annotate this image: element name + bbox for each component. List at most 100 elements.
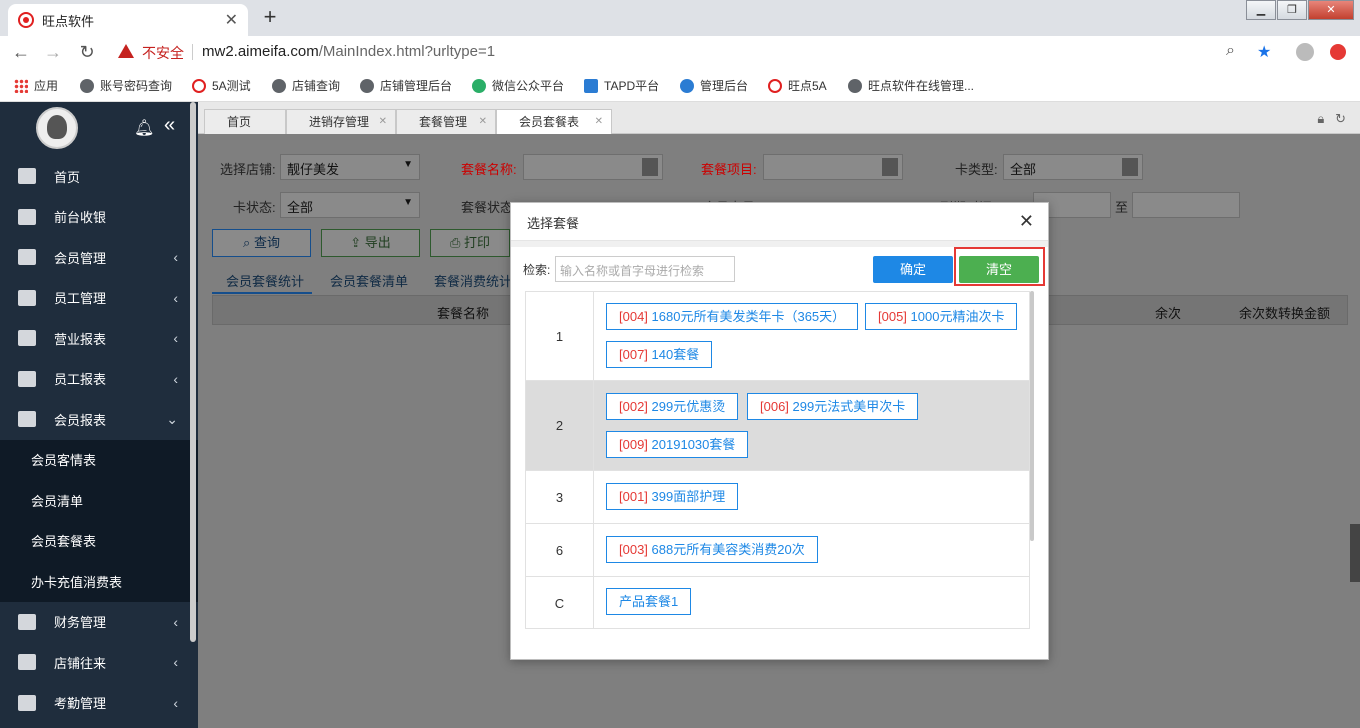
package-chip[interactable]: [003] 688元所有美容类消费20次 bbox=[606, 536, 818, 563]
tab-home[interactable]: 首页 bbox=[204, 109, 286, 134]
package-item-input[interactable] bbox=[763, 154, 903, 180]
browser-tab[interactable]: 旺点软件 ✕ bbox=[8, 4, 248, 36]
close-tab-icon[interactable]: ✕ bbox=[225, 10, 238, 30]
fingerprint-icon bbox=[18, 694, 36, 711]
bookmark-item[interactable]: 5A测试 bbox=[192, 77, 251, 94]
search-label: 检索: bbox=[523, 263, 551, 277]
package-name-input[interactable] bbox=[523, 154, 663, 180]
package-chip[interactable]: [009] 20191030套餐 bbox=[606, 431, 749, 458]
picker-icon[interactable] bbox=[882, 158, 898, 176]
profile-icon[interactable] bbox=[1296, 43, 1314, 61]
tab-package-mgmt[interactable]: 套餐管理 ✕ bbox=[396, 109, 496, 134]
forward-icon[interactable]: → bbox=[42, 42, 64, 62]
confirm-button[interactable]: 确定 bbox=[873, 256, 953, 283]
package-chip[interactable]: [007] 140套餐 bbox=[606, 341, 713, 368]
zoom-icon[interactable]: ⌕ bbox=[1226, 42, 1235, 60]
package-code: [009] bbox=[619, 437, 648, 452]
sidebar-item-finance[interactable]: 财务管理 ‹ bbox=[0, 601, 198, 642]
package-item-label: 套餐项目: bbox=[701, 162, 757, 177]
tab-inventory[interactable]: 进销存管理 ✕ bbox=[286, 109, 396, 134]
bell-icon[interactable]: 🔔︎ bbox=[134, 118, 154, 138]
package-chip[interactable]: [002] 299元优惠烫 bbox=[606, 393, 739, 420]
list-scrollbar[interactable] bbox=[1030, 291, 1034, 541]
submenu-item[interactable]: 会员清单 bbox=[0, 480, 198, 521]
store-select[interactable]: 靓仔美发 ▼ bbox=[280, 154, 420, 180]
bookmark-apps[interactable]: 应用 bbox=[14, 77, 58, 94]
group-row: C 产品套餐1 bbox=[526, 577, 1029, 628]
subtab-consume-stats[interactable]: 套餐消费统计 bbox=[434, 271, 512, 290]
close-icon[interactable]: ✕ bbox=[379, 110, 387, 134]
collapse-icon[interactable]: « bbox=[164, 114, 175, 137]
refresh-icon[interactable]: ↻ bbox=[1335, 111, 1346, 126]
tab-label: 进销存管理 bbox=[309, 115, 370, 129]
package-name: 产品套餐1 bbox=[619, 594, 679, 609]
card-status-value: 全部 bbox=[287, 200, 314, 215]
home-icon bbox=[18, 168, 36, 185]
package-chip[interactable]: [006] 299元法式美甲次卡 bbox=[747, 393, 919, 420]
query-button[interactable]: ⌕ 查询 bbox=[212, 229, 311, 257]
sidebar-item-cashier[interactable]: 前台收银 bbox=[0, 196, 198, 237]
group-key: 1 bbox=[526, 292, 594, 380]
bookmark-item[interactable]: 账号密码查询 bbox=[80, 77, 172, 94]
card-status-select[interactable]: 全部 ▼ bbox=[280, 192, 420, 218]
sidebar-item-home[interactable]: 首页 bbox=[0, 156, 198, 197]
sidebar-scrollbar[interactable] bbox=[190, 102, 196, 642]
new-tab-button[interactable]: + bbox=[257, 6, 283, 30]
close-icon[interactable]: ✕ bbox=[479, 110, 487, 134]
bookmark-item[interactable]: 管理后台 bbox=[680, 77, 748, 94]
search-input[interactable]: 输入名称或首字母进行检索 bbox=[555, 256, 735, 282]
tab-label: 首页 bbox=[227, 115, 252, 129]
lock-icon[interactable]: 🔒︎ bbox=[1317, 111, 1324, 126]
staff-report-icon bbox=[18, 370, 36, 387]
back-icon[interactable]: ← bbox=[10, 42, 32, 62]
sidebar-item-member-report[interactable]: 会员报表 ⌄ bbox=[0, 399, 198, 440]
dialog-close-icon[interactable]: ✕ bbox=[1019, 211, 1034, 232]
sidebar-item-store[interactable]: 店铺往来 ‹ bbox=[0, 642, 198, 683]
close-icon[interactable]: ✕ bbox=[595, 110, 603, 134]
star-icon[interactable]: ★ bbox=[1257, 42, 1271, 62]
group-row: 1 [004] 1680元所有美发类年卡（365天） [005] 1000元精油… bbox=[526, 292, 1029, 381]
package-chip[interactable]: [004] 1680元所有美发类年卡（365天） bbox=[606, 303, 859, 330]
tab-member-package[interactable]: 会员套餐表 ✕ bbox=[496, 109, 612, 135]
avatar[interactable] bbox=[36, 107, 78, 149]
submenu-item[interactable]: 会员客情表 bbox=[0, 440, 198, 481]
page-scrollbar[interactable] bbox=[1350, 524, 1360, 582]
package-chip[interactable]: [005] 1000元精油次卡 bbox=[865, 303, 1018, 330]
bookmark-item[interactable]: TAPD平台 bbox=[584, 77, 659, 94]
clear-button[interactable]: 清空 bbox=[959, 256, 1039, 283]
col-convert-amount: 余次数转换金额 bbox=[1239, 306, 1331, 321]
sidebar-item-attendance[interactable]: 考勤管理 ‹ bbox=[0, 682, 198, 723]
export-button[interactable]: ⇪ 导出 bbox=[321, 229, 420, 257]
maximize-button[interactable]: ❐ bbox=[1277, 0, 1307, 20]
url-field[interactable]: mw2.aimeifa.com/MainIndex.html?urltype=1 bbox=[202, 43, 495, 60]
package-chip[interactable]: [001] 399面部护理 bbox=[606, 483, 739, 510]
window-close-button[interactable]: ✕ bbox=[1308, 0, 1354, 20]
package-chip[interactable]: 产品套餐1 bbox=[606, 588, 692, 615]
expire-end-input[interactable] bbox=[1132, 192, 1240, 218]
url-host: mw2.aimeifa.com bbox=[202, 43, 319, 60]
group-key: 2 bbox=[526, 381, 594, 470]
card-type-input[interactable]: 全部 bbox=[1003, 154, 1143, 180]
sidebar-item-staff-report[interactable]: 员工报表 ‹ bbox=[0, 358, 198, 399]
finance-icon bbox=[18, 613, 36, 630]
bookmark-label: 管理后台 bbox=[700, 79, 749, 93]
bookmark-item[interactable]: 微信公众平台 bbox=[472, 77, 564, 94]
minimize-button[interactable]: ▁ bbox=[1246, 0, 1276, 20]
sidebar-item-business-report[interactable]: 营业报表 ‹ bbox=[0, 318, 198, 359]
bookmark-item[interactable]: 旺点软件在线管理... bbox=[848, 77, 974, 94]
bookmark-item[interactable]: 店铺查询 bbox=[272, 77, 340, 94]
sidebar-item-staff-mgmt[interactable]: 员工管理 ‹ bbox=[0, 277, 198, 318]
bookmark-item[interactable]: 旺点5A bbox=[768, 77, 827, 94]
subtab-package-list[interactable]: 会员套餐清单 bbox=[330, 271, 408, 290]
picker-icon[interactable] bbox=[642, 158, 658, 176]
submenu-item-active[interactable]: 会员套餐表 bbox=[0, 521, 198, 562]
print-button[interactable]: ⎙ 打印 bbox=[430, 229, 510, 257]
update-icon[interactable] bbox=[1330, 44, 1346, 60]
bookmark-item[interactable]: 店铺管理后台 bbox=[360, 77, 452, 94]
insecure-label[interactable]: 不安全 bbox=[142, 43, 184, 63]
reload-icon[interactable]: ↻ bbox=[76, 42, 98, 62]
picker-icon[interactable] bbox=[1122, 158, 1138, 176]
chevron-left-icon: ‹ bbox=[173, 289, 178, 306]
sidebar-item-member-mgmt[interactable]: 会员管理 ‹ bbox=[0, 237, 198, 278]
submenu-item[interactable]: 办卡充值消费表 bbox=[0, 561, 198, 602]
